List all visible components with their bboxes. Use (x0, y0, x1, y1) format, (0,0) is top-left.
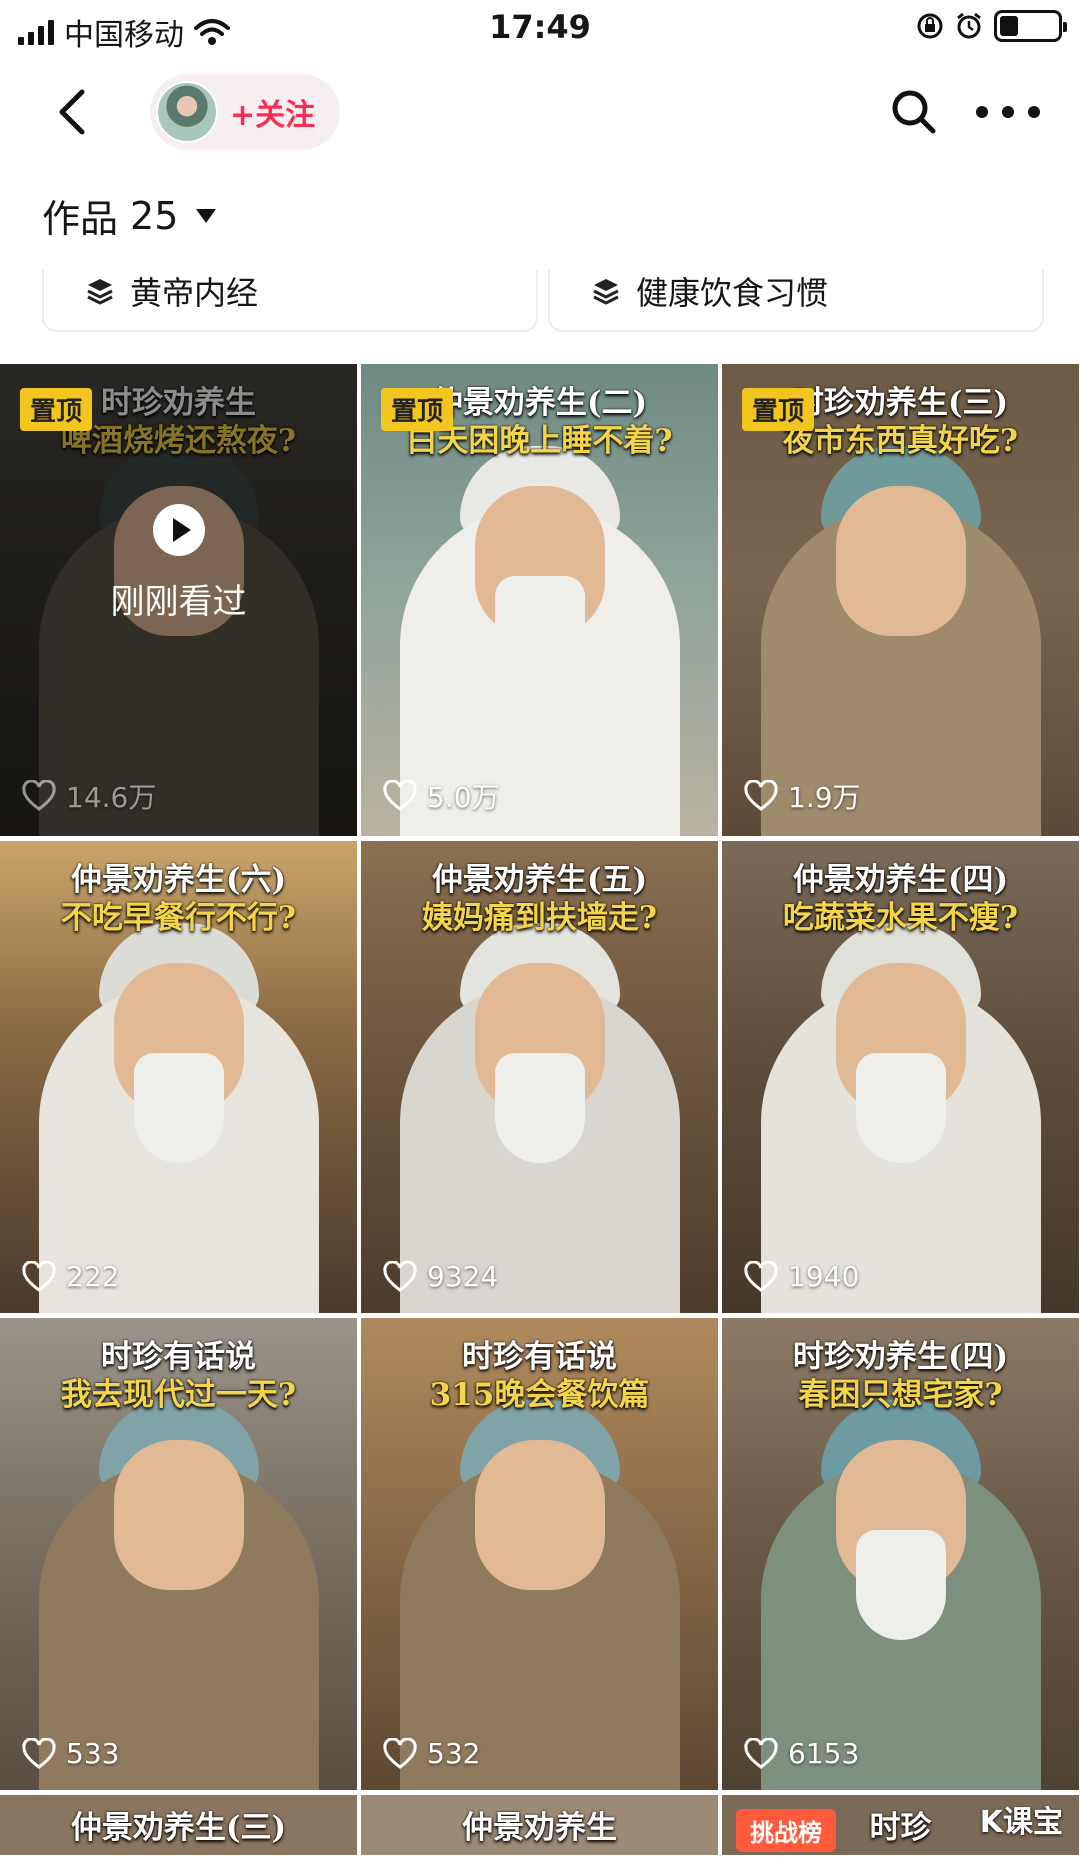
video-tile[interactable]: 时珍劝养生(四) 春困只想宅家? 6153 (722, 1318, 1079, 1790)
collection-title: 黄帝内经 (130, 274, 259, 312)
like-count: 14.6万 (22, 776, 156, 816)
heart-icon (22, 1260, 56, 1292)
pinned-badge: 置顶 (742, 388, 815, 431)
video-caption: 时珍劝养生(四) 春困只想宅家? (792, 1339, 1009, 1413)
nav-bar: +关注 (0, 70, 1080, 154)
collections-row: 黄帝内经 健康饮食习惯 (0, 270, 1080, 334)
follow-button[interactable]: +关注 (230, 90, 315, 134)
rotation-lock-icon (917, 13, 943, 39)
heart-icon (744, 1260, 778, 1292)
heart-icon (383, 1737, 417, 1769)
video-tile[interactable]: 仲景劝养生(四) 吃蔬菜水果不瘦? 1940 (722, 841, 1079, 1313)
caret-down-icon (196, 208, 217, 223)
video-caption: 时珍有话说 315晚会餐饮篇 (429, 1339, 650, 1413)
video-tile[interactable]: 仲景劝养生(二) 白天困晚上睡不着? 置顶 5.0万 (361, 364, 718, 836)
like-count: 5.0万 (383, 776, 500, 816)
heart-icon (22, 780, 56, 811)
video-grid: 时珍劝养生 啤酒烧烤还熬夜? 置顶 刚刚看过 14.6万 仲景劝养生(二) 白天… (0, 364, 1080, 1855)
play-icon (152, 504, 205, 556)
heart-icon (383, 780, 417, 811)
more-icon[interactable] (976, 84, 1040, 140)
video-tile[interactable]: 时珍劝养生 啤酒烧烤还熬夜? 置顶 刚刚看过 14.6万 (0, 364, 357, 836)
video-caption: 仲景劝养生 (462, 1810, 617, 1846)
stack-icon (87, 279, 113, 305)
challenge-badge: 挑战榜 (736, 1809, 836, 1852)
like-count: 9324 (383, 1260, 498, 1293)
video-tile[interactable]: 时珍有话说 315晚会餐饮篇 532 (361, 1318, 718, 1790)
collection-title: 健康饮食习惯 (636, 274, 829, 312)
collection-card[interactable]: 黄帝内经 (42, 270, 538, 332)
video-tile[interactable]: 仲景劝养生(三) (0, 1795, 357, 1855)
heart-icon (22, 1737, 56, 1769)
recently-watched: 刚刚看过 (0, 504, 357, 623)
heart-icon (744, 1737, 778, 1769)
video-tile[interactable]: 仲景劝养生 (361, 1795, 718, 1855)
works-label: 作品 (42, 197, 119, 241)
stack-icon (593, 279, 619, 305)
collection-card[interactable]: 健康饮食习惯 (548, 270, 1044, 332)
like-count: 222 (22, 1260, 119, 1293)
video-tile[interactable]: 仲景劝养生(六) 不吃早餐行不行? 222 (0, 841, 357, 1313)
like-count: 533 (22, 1737, 119, 1770)
video-tile[interactable]: 仲景劝养生(五) 姨妈痛到扶墙走? 9324 (361, 841, 718, 1313)
watermark: K课宝 (979, 1805, 1063, 1840)
pinned-badge: 置顶 (20, 388, 93, 431)
status-bar: 中国移动 17:49 (0, 0, 1080, 56)
follow-pill[interactable]: +关注 (150, 74, 340, 150)
video-caption: 仲景劝养生(五) 姨妈痛到扶墙走? (421, 862, 658, 936)
alarm-icon (957, 12, 981, 39)
pinned-badge: 置顶 (381, 388, 454, 431)
video-caption: 时珍有话说 我去现代过一天? (60, 1339, 297, 1413)
works-count: 25 (130, 193, 179, 238)
heart-icon (383, 1260, 417, 1292)
works-filter[interactable]: 作品 25 (42, 188, 217, 243)
back-icon[interactable] (46, 82, 106, 142)
video-caption: 仲景劝养生(四) 吃蔬菜水果不瘦? (782, 862, 1019, 936)
like-count: 1.9万 (744, 776, 861, 816)
status-right (916, 10, 1067, 42)
video-caption: 仲景劝养生(六) 不吃早餐行不行? (60, 862, 297, 936)
like-count: 532 (383, 1737, 480, 1770)
video-tile[interactable]: 时珍有话说 我去现代过一天? 533 (0, 1318, 357, 1790)
heart-icon (744, 780, 778, 811)
video-tile[interactable]: 时珍 挑战榜 K课宝 (722, 1795, 1079, 1855)
video-caption: 仲景劝养生(三) (70, 1810, 287, 1846)
battery-icon (994, 10, 1067, 42)
avatar[interactable] (156, 81, 218, 143)
video-tile[interactable]: 时珍劝养生(三) 夜市东西真好吃? 置顶 1.9万 (722, 364, 1079, 836)
like-count: 6153 (744, 1737, 859, 1770)
search-icon[interactable] (886, 84, 942, 140)
like-count: 1940 (744, 1260, 859, 1293)
